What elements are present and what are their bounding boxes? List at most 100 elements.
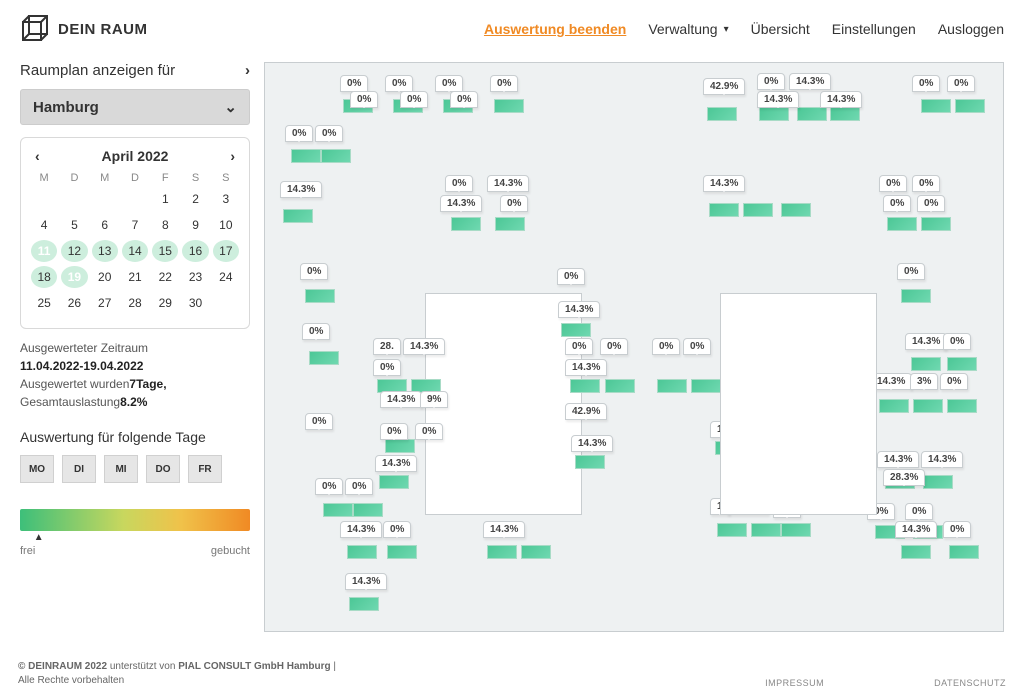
room-occupancy-tag[interactable]: 14.3%: [487, 175, 529, 192]
cal-day-7[interactable]: 7: [122, 214, 148, 236]
desk[interactable]: [715, 441, 745, 455]
desk[interactable]: [781, 523, 811, 537]
room-occupancy-tag[interactable]: 0%: [947, 75, 975, 92]
desk[interactable]: [901, 545, 931, 559]
desk[interactable]: [291, 149, 321, 163]
room-occupancy-tag[interactable]: 14.3%: [727, 498, 769, 515]
desk[interactable]: [781, 203, 811, 217]
room-occupancy-tag[interactable]: 14.3%: [877, 451, 919, 468]
floorplan[interactable]: 0%0%0%0%0%0%0%42.9%0%14.3%14.3%14.3%0%0%…: [264, 62, 1004, 632]
room-occupancy-tag[interactable]: 14.3%: [440, 195, 482, 212]
room-occupancy-tag[interactable]: 14.3%: [340, 521, 382, 538]
desk[interactable]: [494, 99, 524, 113]
desk[interactable]: [913, 399, 943, 413]
room-occupancy-tag[interactable]: 9%: [420, 391, 448, 408]
room-occupancy-tag[interactable]: 0%: [350, 91, 378, 108]
cal-day-18[interactable]: 18: [31, 266, 57, 288]
desk[interactable]: [575, 455, 605, 469]
room-occupancy-tag[interactable]: 0%: [300, 263, 328, 280]
cal-day-4[interactable]: 4: [31, 214, 57, 236]
room-occupancy-tag[interactable]: 0%: [600, 338, 628, 355]
room-occupancy-tag[interactable]: 0%: [883, 195, 911, 212]
room-occupancy-tag[interactable]: 0%: [897, 263, 925, 280]
desk[interactable]: [921, 99, 951, 113]
cal-day-5[interactable]: 5: [61, 214, 87, 236]
desk[interactable]: [691, 379, 721, 393]
cal-day-16[interactable]: 16: [182, 240, 208, 262]
room-occupancy-tag[interactable]: 14.3%: [571, 435, 613, 452]
desk[interactable]: [605, 379, 635, 393]
cal-day-29[interactable]: 29: [152, 292, 178, 314]
room-occupancy-tag[interactable]: 14.3%: [921, 451, 963, 468]
room-occupancy-tag[interactable]: 0%: [315, 478, 343, 495]
desk[interactable]: [949, 545, 979, 559]
cal-day-17[interactable]: 17: [213, 240, 239, 262]
desk[interactable]: [707, 107, 737, 121]
room-occupancy-tag[interactable]: 14.3%: [403, 338, 445, 355]
room-occupancy-tag[interactable]: 0%: [879, 175, 907, 192]
cal-day-25[interactable]: 25: [31, 292, 57, 314]
room-occupancy-tag[interactable]: 0%: [383, 521, 411, 538]
sidebar-expand-icon[interactable]: ›: [245, 62, 250, 79]
room-occupancy-tag[interactable]: 0%: [940, 373, 968, 390]
desk[interactable]: [561, 323, 591, 337]
room-occupancy-tag[interactable]: 0%: [445, 175, 473, 192]
cal-day-6[interactable]: 6: [92, 214, 118, 236]
dayfilter-di[interactable]: DI: [62, 455, 96, 483]
room-occupancy-tag[interactable]: 0%: [557, 268, 585, 285]
room-occupancy-tag[interactable]: 14.3%: [895, 521, 937, 538]
cal-day-26[interactable]: 26: [61, 292, 87, 314]
desk[interactable]: [283, 209, 313, 223]
cal-day-15[interactable]: 15: [152, 240, 178, 262]
room-occupancy-tag[interactable]: 0%: [490, 75, 518, 92]
cal-day-13[interactable]: 13: [92, 240, 118, 262]
room-occupancy-tag[interactable]: 14.3%: [565, 359, 607, 376]
cal-day-28[interactable]: 28: [122, 292, 148, 314]
cal-day-19[interactable]: 19: [61, 266, 87, 288]
room-occupancy-tag[interactable]: 0%: [943, 333, 971, 350]
cal-day-24[interactable]: 24: [213, 266, 239, 288]
room-occupancy-tag[interactable]: 3%: [910, 373, 938, 390]
nav-einstellungen[interactable]: Einstellungen: [832, 21, 916, 37]
desk[interactable]: [717, 523, 747, 537]
room-occupancy-tag[interactable]: 14.3%: [703, 175, 745, 192]
room-occupancy-tag[interactable]: 0%: [345, 478, 373, 495]
room-occupancy-tag[interactable]: 0%: [912, 175, 940, 192]
room-occupancy-tag[interactable]: 0%: [500, 195, 528, 212]
room-occupancy-tag[interactable]: 0%: [415, 423, 443, 440]
room-occupancy-tag[interactable]: 14.3%: [280, 181, 322, 198]
desk[interactable]: [487, 545, 517, 559]
cal-day-2[interactable]: 2: [182, 188, 208, 210]
nav-ausloggen[interactable]: Ausloggen: [938, 21, 1004, 37]
desk[interactable]: [451, 217, 481, 231]
desk[interactable]: [955, 99, 985, 113]
cal-day-8[interactable]: 8: [152, 214, 178, 236]
footer-link-datenschutz[interactable]: DATENSCHUTZ: [934, 678, 1006, 688]
room-occupancy-tag[interactable]: 0%: [373, 359, 401, 376]
desk[interactable]: [947, 399, 977, 413]
desk[interactable]: [911, 357, 941, 371]
cal-day-3[interactable]: 3: [213, 188, 239, 210]
room-occupancy-tag[interactable]: 0%: [435, 75, 463, 92]
room-occupancy-tag[interactable]: 28.: [373, 338, 401, 355]
room-occupancy-tag[interactable]: 0%: [757, 73, 785, 90]
nav-auswertung-beenden[interactable]: Auswertung beenden: [484, 21, 626, 37]
room-occupancy-tag[interactable]: 14.3%: [905, 333, 947, 350]
desk[interactable]: [901, 289, 931, 303]
location-select[interactable]: Hamburg ⌄: [20, 89, 250, 125]
desk[interactable]: [570, 379, 600, 393]
room-occupancy-tag[interactable]: 14.3%: [820, 91, 862, 108]
cal-day-21[interactable]: 21: [122, 266, 148, 288]
cal-prev-button[interactable]: ‹: [31, 148, 44, 164]
cal-day-20[interactable]: 20: [92, 266, 118, 288]
room-occupancy-tag[interactable]: 0%: [912, 75, 940, 92]
room-occupancy-tag[interactable]: 0%: [652, 338, 680, 355]
dayfilter-mi[interactable]: MI: [104, 455, 138, 483]
room-occupancy-tag[interactable]: 0%: [315, 125, 343, 142]
cal-day-12[interactable]: 12: [61, 240, 87, 262]
room-occupancy-tag[interactable]: 14.3%: [558, 301, 600, 318]
cal-day-10[interactable]: 10: [213, 214, 239, 236]
cal-day-9[interactable]: 9: [182, 214, 208, 236]
desk[interactable]: [347, 545, 377, 559]
room-occupancy-tag[interactable]: 0%: [285, 125, 313, 142]
